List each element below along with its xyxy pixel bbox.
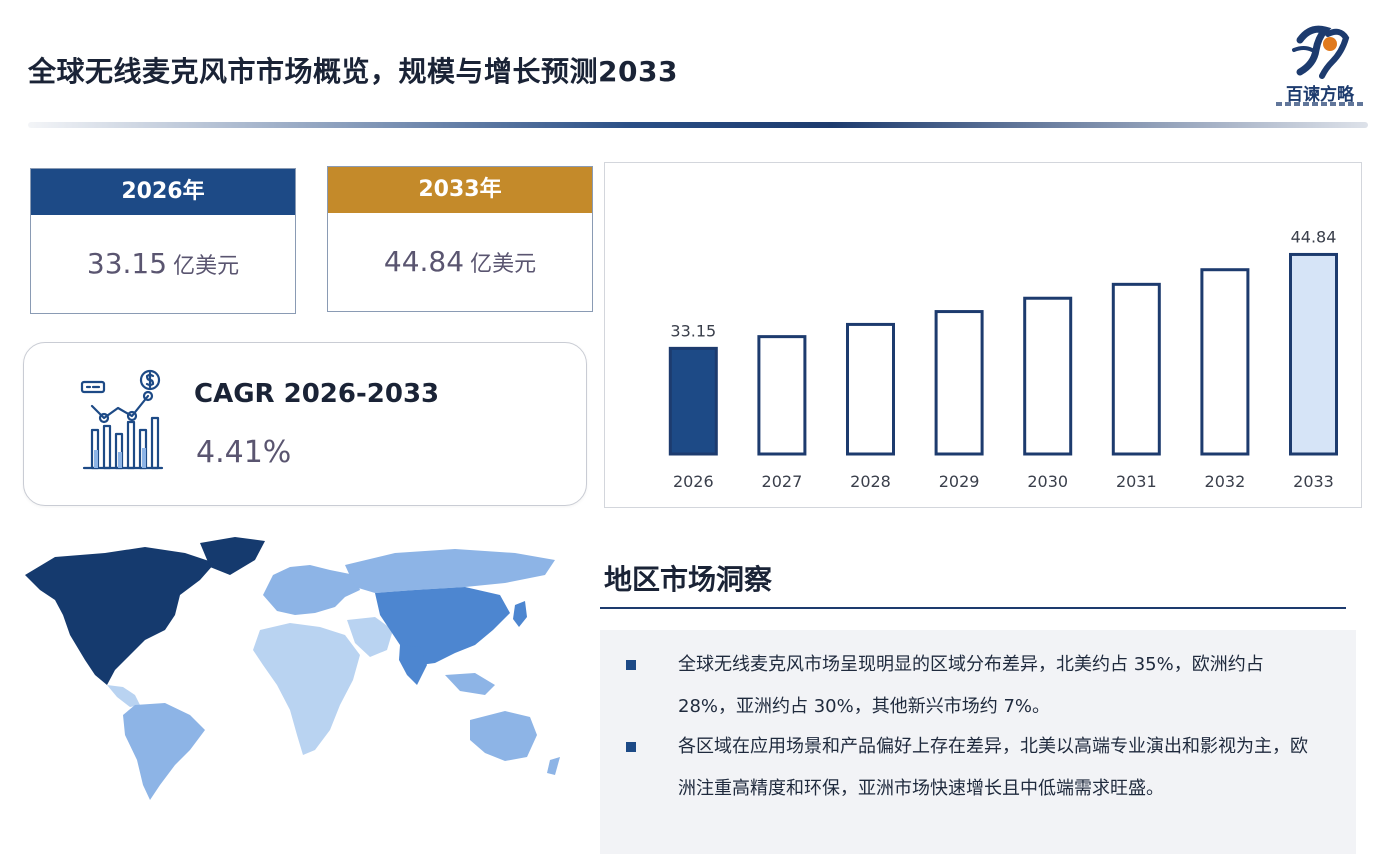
map-south-america — [123, 703, 205, 800]
kpi-card-2033: 2033年 44.84 亿美元 — [327, 166, 593, 312]
world-map-icon — [25, 537, 560, 800]
bullet-marker — [626, 660, 636, 670]
logo-mark-icon — [1292, 25, 1350, 79]
map-japan — [513, 601, 527, 627]
x-tick-label: 2026 — [673, 472, 714, 491]
region-title: 地区市场洞察 — [604, 563, 773, 596]
map-russia — [345, 549, 555, 593]
map-central-america — [107, 685, 140, 707]
x-tick-label: 2032 — [1205, 472, 1246, 491]
insight-text: 各区域在应用场景和产品偏好上存在差异，北美以高端专业演出和影视为主，欧洲注重高精… — [678, 736, 1308, 799]
cagr-value: 4.41% — [196, 435, 292, 470]
insight-text: 全球无线麦克风市场呈现明显的区域分布差异，北美约占 35%，欧洲约占 28%，亚… — [678, 654, 1264, 717]
kpi-year: 2033年 — [328, 167, 592, 213]
bar-2030 — [1023, 296, 1073, 456]
bar-2033 — [1289, 252, 1338, 456]
x-tick-label: 2029 — [939, 472, 980, 491]
map-africa — [253, 623, 360, 755]
kpi-value-wrap: 44.84 亿美元 — [328, 213, 592, 311]
data-label: 33.15 — [670, 321, 716, 340]
region-insights: 全球无线麦克风市场呈现明显的区域分布差异，北美约占 35%，欧洲约占 28%，亚… — [600, 630, 1356, 854]
bar-2026 — [668, 346, 718, 456]
logo-subline — [1276, 102, 1364, 106]
chart-growth-icon — [80, 369, 164, 470]
bar-2031 — [1111, 282, 1161, 456]
map-greenland — [200, 537, 265, 575]
bar-2032 — [1200, 268, 1250, 456]
x-tick-label: 2033 — [1293, 472, 1334, 491]
kpi-value: 44.84 — [383, 245, 465, 278]
cagr-label: CAGR 2026-2033 — [194, 379, 440, 409]
bar-2027 — [757, 335, 807, 456]
page-title: 全球无线麦克风市市场概览，规模与增长预测2033 — [28, 55, 678, 88]
bar-chart-svg: 2026 33.15 2027 2028 2029 2030 2031 2032 2033 44.… — [668, 227, 1338, 491]
map-australia — [470, 711, 537, 761]
data-label: 44.84 — [1291, 227, 1337, 246]
map-asia — [375, 587, 510, 665]
region-divider — [600, 607, 1346, 609]
brand-logo: 百谏方略 — [1270, 20, 1370, 110]
x-tick-label: 2031 — [1116, 472, 1157, 491]
map-north-america — [25, 547, 215, 685]
title-divider — [28, 122, 1368, 128]
map-southeast-asia — [445, 673, 495, 695]
kpi-unit: 亿美元 — [173, 254, 240, 279]
kpi-unit: 亿美元 — [470, 252, 537, 277]
bar-2029 — [934, 310, 984, 456]
x-tick-label: 2028 — [850, 472, 891, 491]
kpi-card-2026: 2026年 33.15 亿美元 — [30, 168, 296, 314]
map-new-zealand — [547, 757, 560, 775]
x-tick-label: 2030 — [1027, 472, 1068, 491]
market-size-chart: 2026 33.15 2027 2028 2029 2030 2031 2032 2033 44.… — [604, 162, 1362, 508]
kpi-value: 33.15 — [86, 247, 168, 280]
x-tick-label: 2027 — [762, 472, 803, 491]
bullet-marker — [626, 742, 636, 752]
map-europe — [263, 565, 360, 615]
kpi-year: 2026年 — [31, 169, 295, 215]
bar-2028 — [846, 322, 895, 456]
kpi-value-wrap: 33.15 亿美元 — [31, 215, 295, 313]
cagr-card: CAGR 2026-2033 4.41% — [23, 342, 587, 506]
